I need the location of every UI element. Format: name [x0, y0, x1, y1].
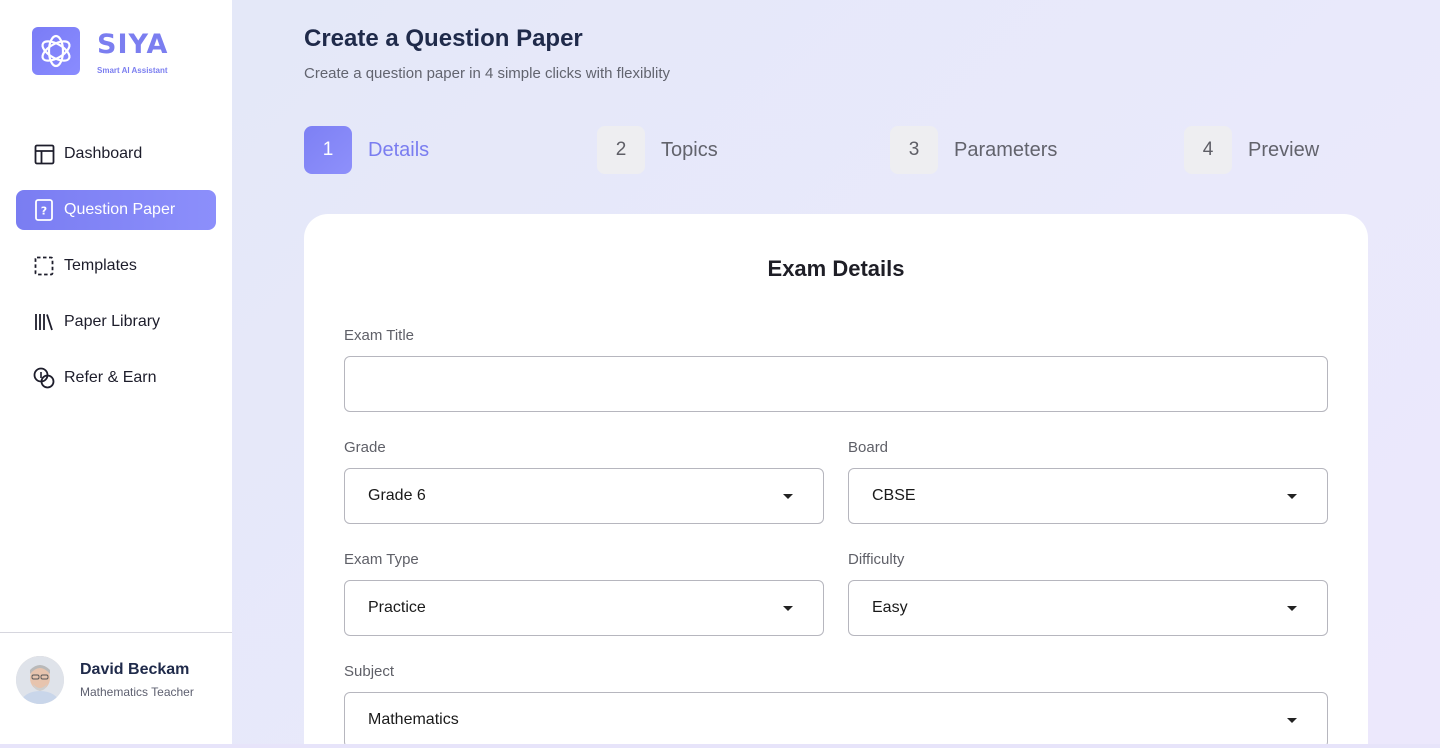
- step-preview[interactable]: 4 Preview: [1184, 126, 1319, 174]
- stepper: 1 Details 2 Topics 3 Parameters 4 Previe…: [304, 126, 1344, 174]
- grade-label: Grade: [344, 439, 386, 456]
- difficulty-label: Difficulty: [848, 551, 905, 568]
- layout-icon: [33, 143, 55, 165]
- brand[interactable]: SIYA Smart AI Assistant: [32, 27, 168, 75]
- sidebar-item-question-paper[interactable]: ? Question Paper: [16, 190, 216, 230]
- sidebar-item-paper-library[interactable]: Paper Library: [16, 302, 216, 342]
- sidebar-item-label: Paper Library: [64, 313, 161, 330]
- page-title: Create a Question Paper: [304, 25, 583, 52]
- coins-icon: [33, 367, 55, 389]
- exam-details-card: Exam Details Exam Title Grade Grade 6 Bo…: [304, 214, 1368, 748]
- board-value: CBSE: [872, 487, 916, 504]
- board-label: Board: [848, 439, 889, 456]
- avatar: [16, 656, 64, 704]
- sidebar-item-label: Dashboard: [64, 145, 143, 162]
- board-select[interactable]: CBSE: [848, 468, 1328, 524]
- sidebar-item-refer-earn[interactable]: Refer & Earn: [16, 358, 216, 398]
- user-name: David Beckam: [80, 661, 190, 678]
- bottom-strip: [0, 744, 1440, 748]
- sidebar-item-label: Refer & Earn: [64, 369, 157, 386]
- svg-text:?: ?: [41, 205, 47, 218]
- step-number: 2: [597, 126, 645, 174]
- page-subtitle: Create a question paper in 4 simple clic…: [304, 65, 670, 82]
- chevron-down-icon: [1287, 494, 1297, 499]
- exam-type-value: Practice: [368, 599, 426, 616]
- user-profile[interactable]: David Beckam Mathematics Teacher: [16, 656, 194, 704]
- sidebar-item-dashboard[interactable]: Dashboard: [16, 134, 216, 174]
- step-topics[interactable]: 2 Topics: [597, 126, 718, 174]
- dashed-square-icon: [33, 255, 55, 277]
- sidebar-item-label: Templates: [64, 257, 137, 274]
- grade-select[interactable]: Grade 6: [344, 468, 824, 524]
- step-details[interactable]: 1 Details: [304, 126, 429, 174]
- main-content: Create a Question Paper Create a questio…: [232, 0, 1440, 748]
- sidebar-item-label: Question Paper: [64, 201, 176, 218]
- chevron-down-icon: [783, 494, 793, 499]
- exam-title-label: Exam Title: [344, 327, 415, 344]
- chevron-down-icon: [1287, 606, 1297, 611]
- chevron-down-icon: [783, 606, 793, 611]
- step-number: 4: [1184, 126, 1232, 174]
- grade-value: Grade 6: [368, 487, 426, 504]
- difficulty-value: Easy: [872, 599, 908, 616]
- library-icon: [33, 311, 55, 333]
- user-role: Mathematics Teacher: [80, 685, 194, 699]
- question-doc-icon: ?: [33, 199, 55, 221]
- sidebar-nav: Dashboard ? Question Paper Templates Pap…: [16, 134, 216, 414]
- sidebar-divider: [0, 632, 232, 633]
- exam-type-label: Exam Type: [344, 551, 419, 568]
- subject-select[interactable]: Mathematics: [344, 692, 1328, 748]
- step-label: Details: [368, 138, 430, 161]
- sidebar: SIYA Smart AI Assistant Dashboard ? Ques…: [0, 0, 232, 744]
- exam-type-select[interactable]: Practice: [344, 580, 824, 636]
- siya-logo-icon: [32, 27, 80, 75]
- sidebar-item-templates[interactable]: Templates: [16, 246, 216, 286]
- chevron-down-icon: [1287, 718, 1297, 723]
- step-number: 3: [890, 126, 938, 174]
- step-label: Parameters: [954, 138, 1058, 161]
- exam-title-input[interactable]: [344, 356, 1328, 412]
- difficulty-select[interactable]: Easy: [848, 580, 1328, 636]
- brand-name: SIYA: [97, 29, 169, 60]
- step-number: 1: [304, 126, 352, 174]
- subject-label: Subject: [344, 663, 395, 680]
- card-title: Exam Details: [767, 256, 905, 281]
- step-label: Preview: [1248, 138, 1320, 161]
- subject-value: Mathematics: [368, 711, 459, 728]
- brand-tagline: Smart AI Assistant: [97, 66, 168, 75]
- step-label: Topics: [661, 138, 718, 161]
- step-parameters[interactable]: 3 Parameters: [890, 126, 1057, 174]
